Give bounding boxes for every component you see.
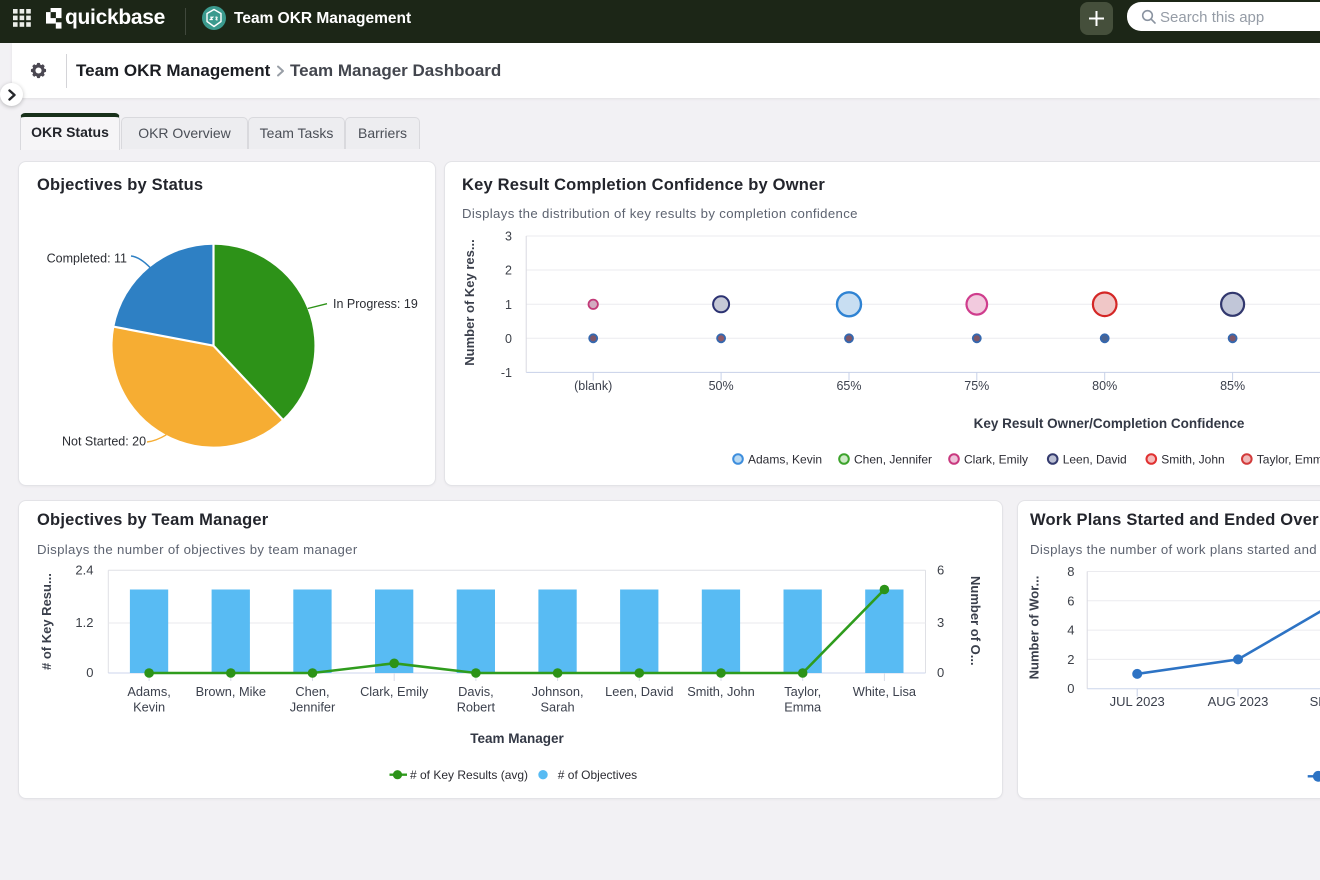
- svg-text:White, Lisa: White, Lisa: [853, 684, 917, 699]
- svg-text:80%: 80%: [1092, 379, 1117, 393]
- svg-text:Team Manager: Team Manager: [470, 731, 564, 746]
- svg-text:Key Result Owner/Completion Co: Key Result Owner/Completion Confidence: [974, 416, 1245, 431]
- svg-text:Chen,: Chen,: [295, 684, 329, 699]
- svg-text:Jennifer: Jennifer: [290, 700, 336, 715]
- svg-text:Emma: Emma: [784, 700, 822, 715]
- svg-text:Kevin: Kevin: [133, 700, 165, 715]
- svg-text:8: 8: [1067, 564, 1074, 579]
- svg-text:# of Objectives: # of Objectives: [558, 768, 637, 782]
- svg-text:Davis,: Davis,: [458, 684, 494, 699]
- svg-text:Clark, Emily: Clark, Emily: [964, 452, 1028, 466]
- svg-text:Taylor, Emma: Taylor, Emma: [1257, 452, 1320, 466]
- svg-text:75%: 75%: [964, 379, 989, 393]
- svg-text:0: 0: [937, 665, 944, 680]
- svg-text:0: 0: [1067, 681, 1074, 696]
- svg-text:Clark, Emily: Clark, Emily: [360, 684, 429, 699]
- svg-text:6: 6: [1067, 593, 1074, 608]
- svg-text:4: 4: [1067, 623, 1074, 638]
- svg-text:Robert: Robert: [457, 700, 496, 715]
- svg-text:0: 0: [505, 332, 512, 346]
- svg-text:Adams,: Adams,: [127, 684, 170, 699]
- svg-text:In Progress: 19: In Progress: 19: [333, 297, 418, 311]
- svg-text:0: 0: [86, 665, 93, 680]
- svg-text:Leen, David: Leen, David: [605, 684, 673, 699]
- svg-text:2: 2: [1067, 652, 1074, 667]
- svg-text:Adams, Kevin: Adams, Kevin: [748, 452, 822, 466]
- svg-text:2.4: 2.4: [75, 563, 93, 578]
- svg-text:3: 3: [505, 230, 512, 244]
- svg-text:# of Key Results (avg): # of Key Results (avg): [410, 768, 528, 782]
- svg-text:JUL 2023: JUL 2023: [1110, 694, 1165, 709]
- svg-text:AUG 2023: AUG 2023: [1208, 694, 1269, 709]
- svg-text:Number of Wor...: Number of Wor...: [1027, 576, 1042, 680]
- svg-text:Sarah: Sarah: [541, 700, 575, 715]
- svg-text:2: 2: [505, 264, 512, 278]
- svg-text:50%: 50%: [709, 379, 734, 393]
- svg-text:65%: 65%: [836, 379, 861, 393]
- svg-text:Completed: 11: Completed: 11: [47, 252, 127, 266]
- svg-text:Taylor,: Taylor,: [784, 684, 821, 699]
- svg-text:85%: 85%: [1220, 379, 1245, 393]
- svg-text:(blank): (blank): [574, 379, 612, 393]
- svg-text:Number of Key res...: Number of Key res...: [462, 239, 477, 365]
- svg-text:1: 1: [505, 298, 512, 312]
- svg-text:-1: -1: [501, 366, 512, 380]
- svg-text:SEP 2023: SEP 2023: [1310, 694, 1320, 709]
- svg-text:1.2: 1.2: [75, 615, 93, 630]
- svg-text:6: 6: [937, 563, 944, 578]
- svg-text:Number of O...: Number of O...: [968, 576, 983, 666]
- svg-text:# of Key Resu...: # of Key Resu...: [39, 573, 54, 670]
- svg-text:Leen, David: Leen, David: [1063, 452, 1127, 466]
- svg-text:Smith, John: Smith, John: [687, 684, 755, 699]
- svg-text:3: 3: [937, 615, 944, 630]
- svg-text:Smith, John: Smith, John: [1161, 452, 1224, 466]
- svg-text:Chen, Jennifer: Chen, Jennifer: [854, 452, 932, 466]
- svg-text:Johnson,: Johnson,: [532, 684, 584, 699]
- svg-text:Brown, Mike: Brown, Mike: [196, 684, 266, 699]
- svg-text:Not Started: 20: Not Started: 20: [62, 435, 146, 449]
